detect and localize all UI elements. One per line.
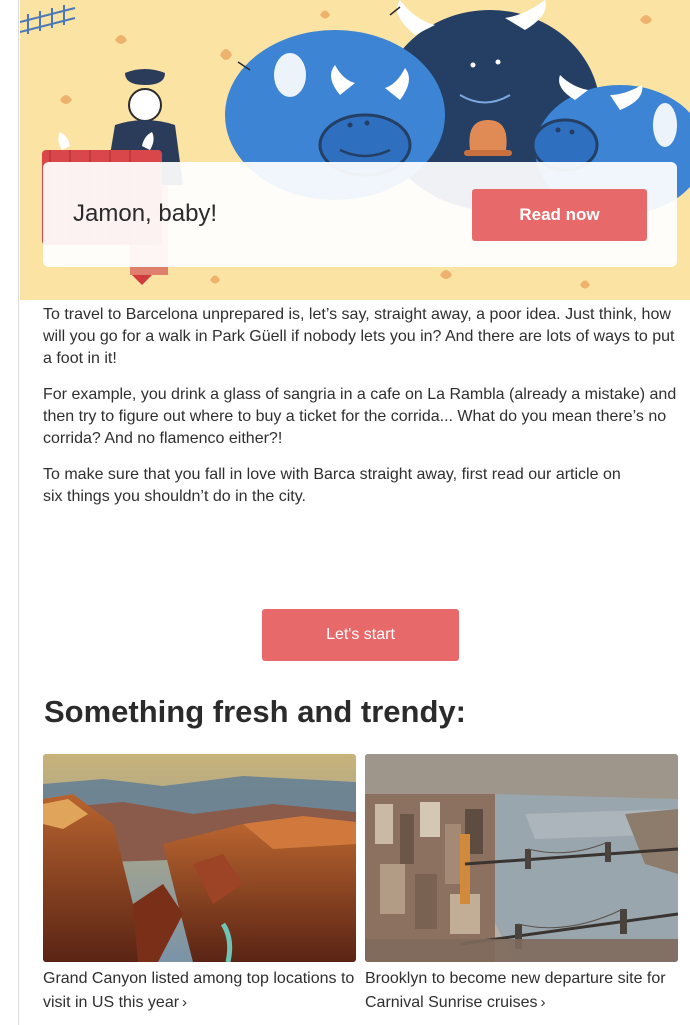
hero-card: Jamon, baby! Read now bbox=[43, 162, 677, 267]
hero-banner: Jamon, baby! Read now bbox=[20, 0, 690, 300]
article-paragraph: For example, you drink a glass of sangri… bbox=[43, 386, 677, 447]
chevron-right-icon: › bbox=[182, 994, 188, 1011]
article-body: To travel to Barcelona unprepared is, le… bbox=[43, 304, 683, 522]
hero-title: Jamon, baby! bbox=[73, 200, 218, 227]
read-now-button[interactable]: Read now bbox=[472, 189, 647, 241]
email-content: Jamon, baby! Read now To travel to Barce… bbox=[20, 0, 690, 1025]
card-caption[interactable]: Grand Canyon listed among top locations … bbox=[43, 967, 356, 1015]
card-caption[interactable]: Brooklyn to become new departure site fo… bbox=[365, 967, 678, 1015]
article-paragraph: To make sure that you fall in love with … bbox=[43, 466, 621, 505]
card-brooklyn[interactable]: Brooklyn to become new departure site fo… bbox=[365, 754, 678, 1015]
grand-canyon-image[interactable] bbox=[43, 754, 356, 962]
brooklyn-image[interactable] bbox=[365, 754, 678, 962]
chevron-right-icon: › bbox=[540, 994, 546, 1011]
card-grand-canyon[interactable]: Grand Canyon listed among top locations … bbox=[43, 754, 356, 1015]
left-border bbox=[18, 0, 19, 1025]
news-cards: Grand Canyon listed among top locations … bbox=[43, 754, 678, 1019]
lets-start-button[interactable]: Let's start bbox=[262, 609, 459, 661]
section-title: Something fresh and trendy: bbox=[44, 694, 466, 729]
article-paragraph: To travel to Barcelona unprepared is, le… bbox=[43, 306, 675, 367]
